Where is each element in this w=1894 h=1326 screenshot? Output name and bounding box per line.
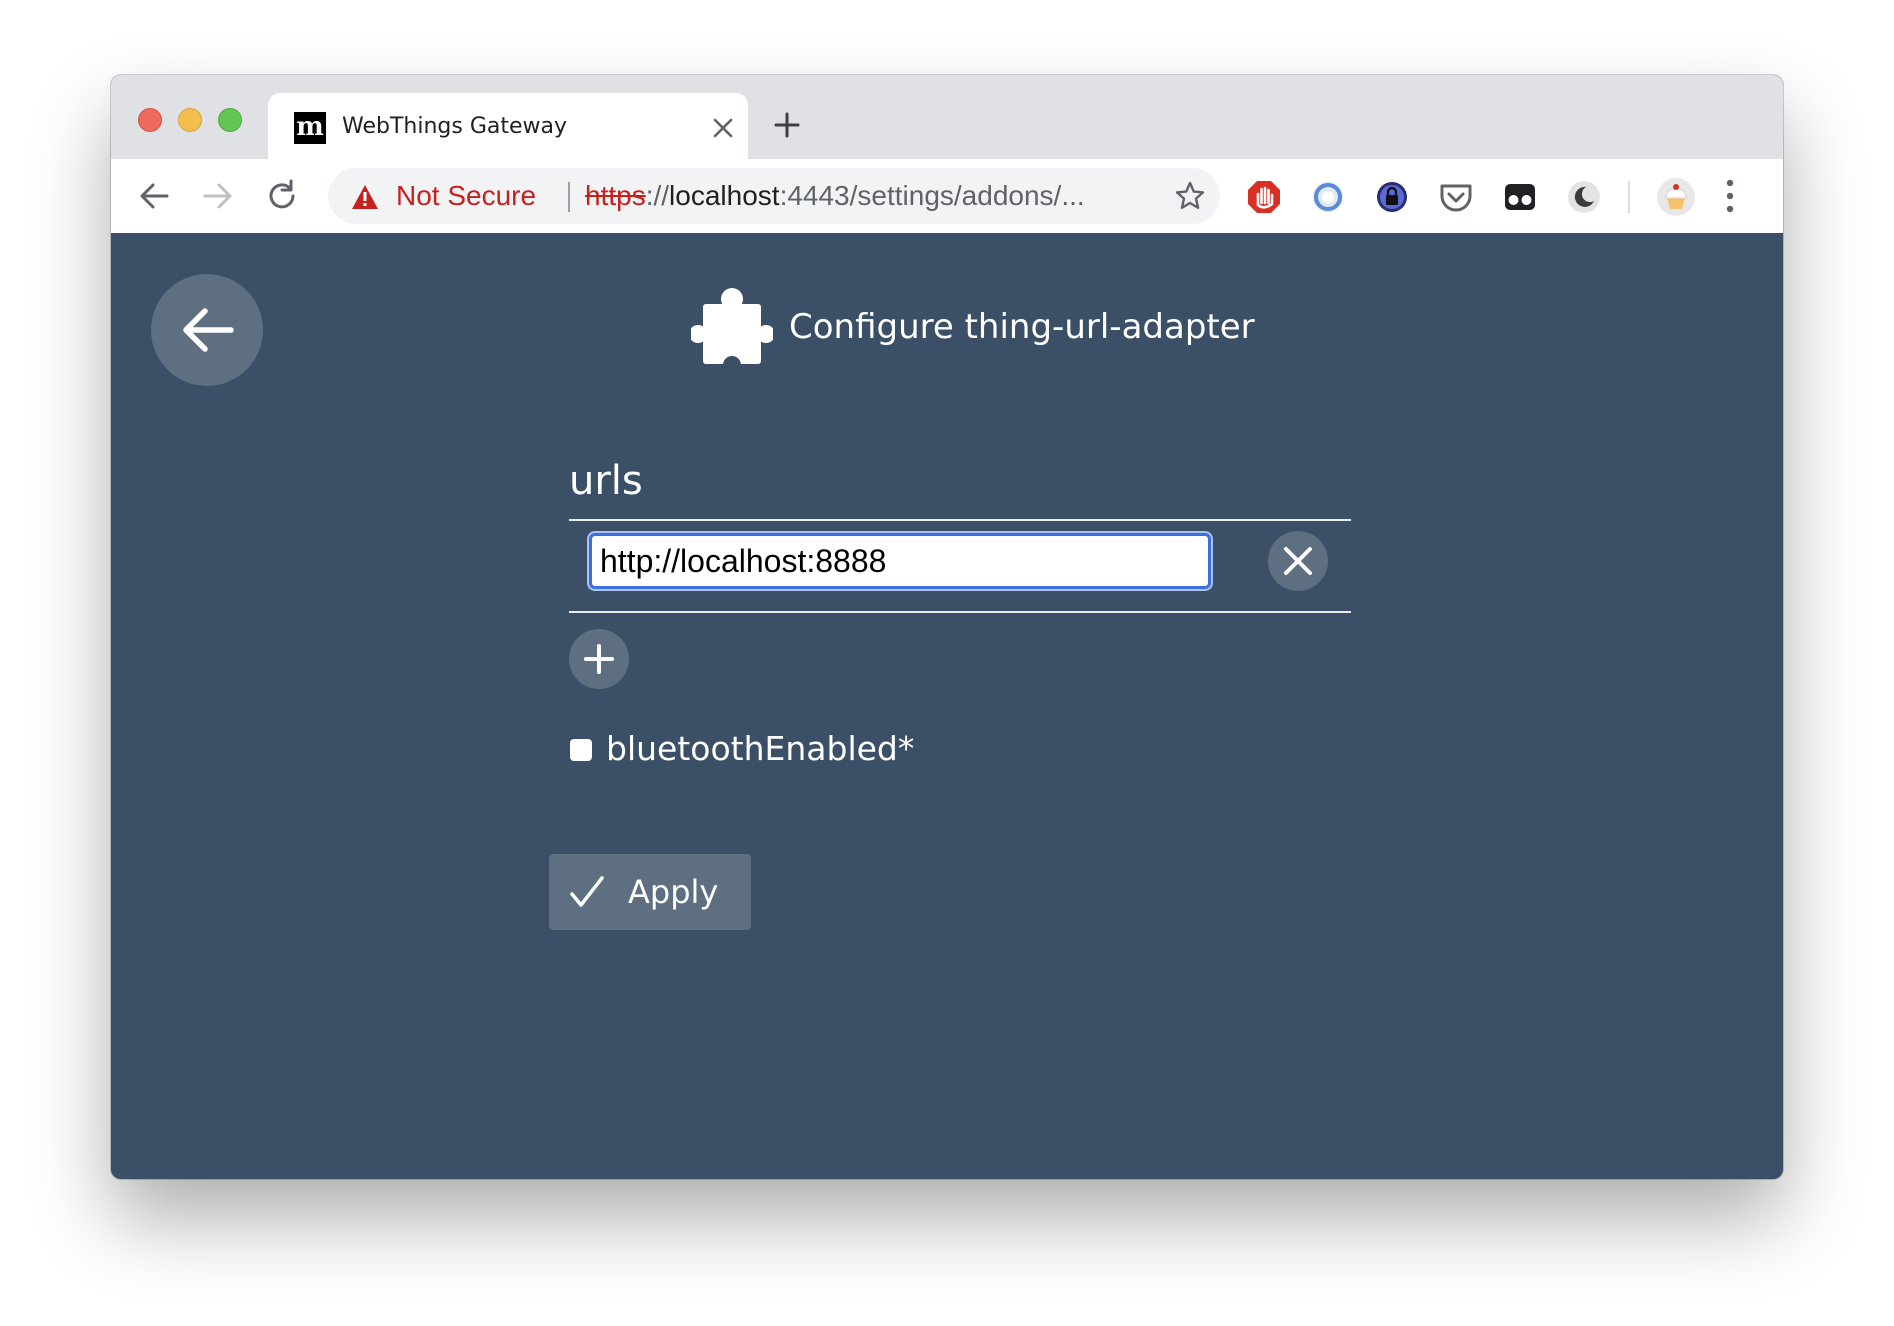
url-separator: :// <box>645 180 670 211</box>
urls-label: urls <box>569 458 643 504</box>
moon-icon[interactable] <box>1566 179 1602 215</box>
page-title: Configure thing-url-adapter <box>789 307 1255 347</box>
warning-icon <box>352 185 378 209</box>
plus-icon <box>584 644 614 674</box>
remove-url-button[interactable] <box>1268 531 1328 591</box>
browser-window: m WebThings Gateway Not Secure https://l… <box>111 75 1783 1179</box>
bluetooth-enabled-checkbox[interactable] <box>570 739 592 761</box>
toolbar-separator <box>1628 181 1630 213</box>
reload-icon[interactable] <box>265 179 299 213</box>
address-bar[interactable]: Not Secure https://localhost:4443/settin… <box>328 168 1220 224</box>
minimize-window-button[interactable] <box>178 108 202 132</box>
tab-strip: m WebThings Gateway <box>111 75 1783 159</box>
url-host: localhost <box>669 180 780 211</box>
add-url-button[interactable] <box>569 629 629 689</box>
puzzle-piece-icon <box>691 288 773 367</box>
omnibox-separator <box>568 182 570 212</box>
bluetooth-enabled-label: bluetoothEnabled* <box>606 729 915 768</box>
tab-webthings-gateway[interactable]: m WebThings Gateway <box>268 93 748 159</box>
tab-close-icon[interactable] <box>712 117 734 139</box>
back-button[interactable] <box>151 274 263 386</box>
pocket-icon[interactable] <box>1438 179 1474 215</box>
close-icon <box>1284 547 1312 575</box>
urls-top-divider <box>569 519 1351 521</box>
new-tab-icon[interactable] <box>773 111 801 139</box>
checkmark-icon <box>570 876 604 907</box>
adblock-icon[interactable] <box>1246 179 1282 215</box>
lock-shield-icon[interactable] <box>1374 179 1410 215</box>
apply-label: Apply <box>628 873 719 911</box>
url-path: :4443/settings/addons/... <box>779 180 1085 211</box>
forward-nav-icon[interactable] <box>201 179 235 213</box>
tab-title: WebThings Gateway <box>342 114 568 139</box>
ring-icon[interactable] <box>1310 179 1346 215</box>
cupcake-avatar-icon[interactable] <box>1656 177 1696 217</box>
page-content: Configure thing-url-adapter urls bluetoo… <box>111 233 1783 1179</box>
glasses-icon[interactable] <box>1502 179 1538 215</box>
urls-bottom-divider <box>569 611 1351 613</box>
bookmark-star-icon[interactable] <box>1174 180 1206 212</box>
url-scheme: https <box>585 180 646 211</box>
url-input[interactable] <box>587 531 1213 591</box>
browser-toolbar: Not Secure https://localhost:4443/settin… <box>111 159 1783 233</box>
menu-kebab-icon[interactable] <box>1725 177 1735 215</box>
back-nav-icon[interactable] <box>137 179 171 213</box>
arrow-left-icon <box>183 308 234 352</box>
apply-button[interactable]: Apply <box>549 854 751 930</box>
close-window-button[interactable] <box>138 108 162 132</box>
not-secure-label[interactable]: Not Secure <box>396 180 536 212</box>
favicon-icon: m <box>294 112 326 144</box>
url-text[interactable]: https://localhost:4443/settings/addons/.… <box>585 180 1085 212</box>
maximize-window-button[interactable] <box>218 108 242 132</box>
